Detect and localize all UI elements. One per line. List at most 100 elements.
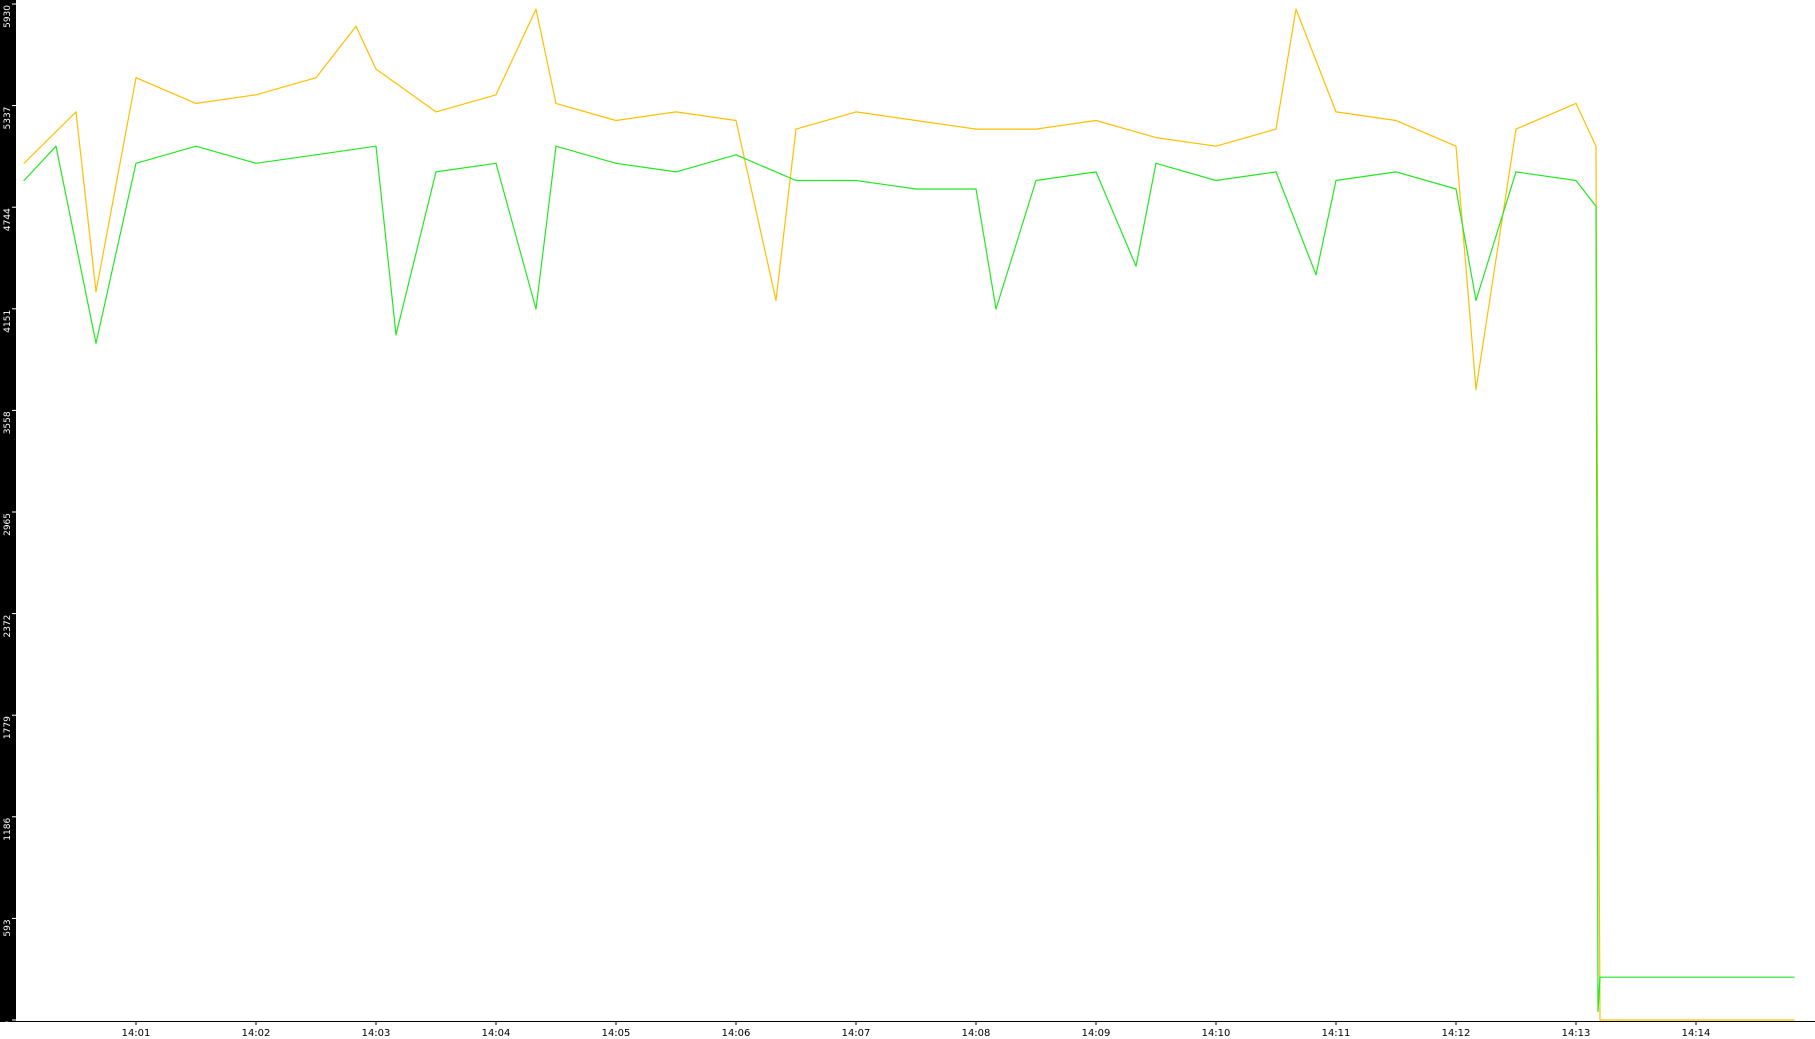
series-0-point <box>195 102 197 104</box>
y-tick-label: 2372 <box>3 615 13 638</box>
series-0-point <box>1599 1019 1601 1021</box>
x-tick-label: 14:12 <box>1442 1028 1471 1039</box>
series-0-point <box>1295 8 1297 10</box>
x-tick-label: 14:13 <box>1562 1028 1591 1039</box>
series-0-point <box>1395 119 1397 122</box>
series-1-point <box>1135 265 1137 267</box>
series-line-0 <box>23 8 1794 1021</box>
series-0-point <box>975 128 977 130</box>
x-tick-label: 14:01 <box>122 1028 151 1039</box>
x-tick-label: 14:04 <box>482 1028 511 1039</box>
series-0-point <box>1475 388 1477 391</box>
series-0-point <box>435 111 437 113</box>
series-1-point <box>375 145 377 147</box>
series-0-point <box>1035 128 1037 130</box>
series-1-point <box>1599 976 1601 978</box>
series-0-point <box>75 111 77 113</box>
series-0-point <box>775 299 777 301</box>
series-1-point <box>1793 976 1795 978</box>
series-1-point <box>23 179 25 182</box>
series-1-point <box>1455 188 1457 190</box>
series-1-point <box>95 342 97 344</box>
y-tick-label: 5930 <box>3 5 13 28</box>
y-tick-label: 3558 <box>3 411 13 434</box>
series-0-point <box>735 119 737 122</box>
series-1-point <box>975 188 977 190</box>
y-tick-label: 4744 <box>3 208 13 231</box>
series-0-point <box>1155 137 1157 139</box>
series-1-point <box>1335 179 1337 182</box>
y-tick-label: 0 <box>3 1021 13 1027</box>
series-1-point <box>1515 171 1517 173</box>
series-1-point <box>195 145 197 147</box>
series-0-point <box>495 94 497 96</box>
series-1-point <box>735 154 737 156</box>
series-0-point <box>315 77 317 79</box>
series-1-point <box>315 154 317 156</box>
series-1-point <box>1395 171 1397 173</box>
x-tick-label: 14:05 <box>602 1028 631 1039</box>
series-0-point <box>255 94 257 96</box>
x-tick-label: 14:14 <box>1682 1028 1711 1039</box>
series-0-point <box>1455 145 1457 147</box>
series-0-point <box>375 68 377 70</box>
series-1-point <box>675 171 677 173</box>
series-1-point <box>255 162 257 164</box>
x-tick-label: 14:06 <box>722 1028 751 1039</box>
series-1-point <box>615 162 617 164</box>
series-1-point <box>1597 1010 1599 1013</box>
series-1-point <box>995 308 997 310</box>
series-1-point <box>1475 299 1477 301</box>
series-0-point <box>1595 145 1597 147</box>
series-1-point <box>795 179 797 182</box>
y-tick-label: 1186 <box>3 818 13 841</box>
series-0-point <box>1575 102 1577 104</box>
series-1-point <box>495 162 497 164</box>
x-axis: 14:01 14:02 14:03 14:04 14:05 14:06 14:07 14:08… <box>122 1021 1711 1039</box>
series-1-point <box>1275 171 1277 173</box>
series-0-point <box>355 25 357 27</box>
series-0-point <box>135 77 137 79</box>
series-0-point <box>1793 1019 1795 1021</box>
series-0-point <box>1515 128 1517 130</box>
series-1-point <box>55 145 57 147</box>
series-1-point <box>435 171 437 173</box>
series-1-point <box>135 162 137 164</box>
x-tick-label: 14:10 <box>1202 1028 1231 1039</box>
x-tick-label: 14:02 <box>242 1028 271 1039</box>
series-0-point <box>615 119 617 122</box>
series-1-point <box>1215 179 1217 182</box>
y-tick-label: 1779 <box>3 716 13 739</box>
series-line-1 <box>23 145 1794 1012</box>
series-1-point <box>395 334 397 336</box>
plot-series <box>23 8 1795 1021</box>
x-tick-label: 14:11 <box>1322 1028 1351 1039</box>
series-0-point <box>1335 111 1337 113</box>
series-1-point <box>1035 179 1037 182</box>
chart-area: 0 593 1186 1779 2372 2965 3558 4151 4744 5337 5930… <box>0 0 1815 1039</box>
x-tick-label: 14:08 <box>962 1028 991 1039</box>
series-0-point <box>915 119 917 122</box>
y-tick-label: 593 <box>3 919 13 936</box>
series-1-point <box>1155 162 1157 164</box>
series-1-point <box>535 308 537 310</box>
x-tick-label: 14:07 <box>842 1028 871 1039</box>
series-1-point <box>915 188 917 190</box>
series-0-point <box>555 102 557 104</box>
y-axis-band <box>0 0 16 1022</box>
series-0-point <box>855 111 857 113</box>
series-0-point <box>23 162 25 164</box>
y-tick-label: 2965 <box>3 513 13 536</box>
series-0-point <box>1275 128 1277 130</box>
y-tick-label: 5337 <box>3 107 13 130</box>
series-1-point <box>1575 179 1577 182</box>
series-1-point <box>1595 205 1597 207</box>
series-0-point <box>1095 119 1097 122</box>
series-1-point <box>555 145 557 147</box>
line-chart: 0 593 1186 1779 2372 2965 3558 4151 4744 5337 5930… <box>0 0 1815 1039</box>
series-1-point <box>1315 274 1317 276</box>
series-0-point <box>675 111 677 113</box>
series-0-point <box>95 291 97 293</box>
y-tick-label: 4151 <box>3 310 13 333</box>
series-0-point <box>535 8 537 10</box>
